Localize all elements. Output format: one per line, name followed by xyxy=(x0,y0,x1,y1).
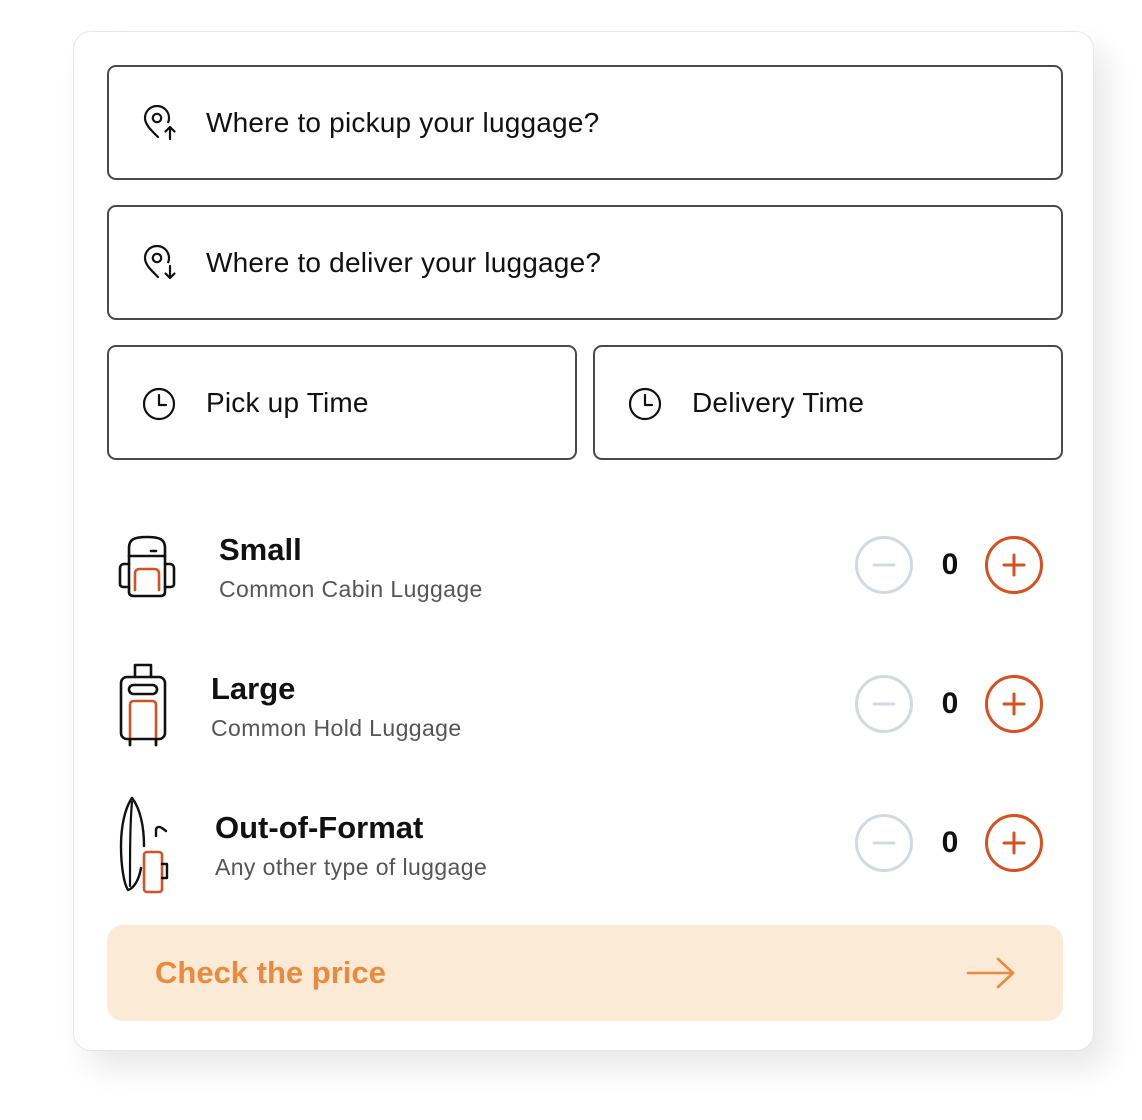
arrow-right-icon xyxy=(966,957,1015,989)
backpack-icon xyxy=(118,535,176,598)
plus-icon xyxy=(1002,831,1026,855)
location-pin-up-icon xyxy=(143,105,176,141)
luggage-row-out-of-format: Out-of-Format Any other type of luggage … xyxy=(74,784,1095,904)
check-price-label: Check the price xyxy=(155,955,386,990)
decrease-large-button[interactable] xyxy=(855,675,913,733)
luggage-title: Large xyxy=(211,671,296,706)
delivery-location-field[interactable]: Where to deliver your luggage? xyxy=(107,205,1063,320)
surfboard-icon xyxy=(119,796,169,894)
location-pin-down-icon xyxy=(143,245,176,280)
clock-icon xyxy=(142,387,176,421)
luggage-row-large: Large Common Hold Luggage 0 xyxy=(74,645,1095,765)
booking-card: Where to pickup your luggage? Where to d… xyxy=(73,31,1094,1051)
delivery-location-placeholder: Where to deliver your luggage? xyxy=(206,247,602,278)
pickup-location-placeholder: Where to pickup your luggage? xyxy=(206,107,600,138)
increase-small-button[interactable] xyxy=(985,536,1043,594)
pickup-time-field[interactable]: Pick up Time xyxy=(107,345,577,460)
luggage-subtitle: Any other type of luggage xyxy=(215,854,488,880)
out-of-format-count: 0 xyxy=(941,826,959,859)
large-count: 0 xyxy=(941,687,959,720)
pickup-time-placeholder: Pick up Time xyxy=(206,387,369,418)
suitcase-icon xyxy=(119,663,167,747)
luggage-row-small: Small Common Cabin Luggage 0 xyxy=(74,506,1095,626)
small-count: 0 xyxy=(941,548,959,581)
delivery-time-placeholder: Delivery Time xyxy=(692,387,865,418)
luggage-title: Small xyxy=(219,532,302,567)
pickup-location-field[interactable]: Where to pickup your luggage? xyxy=(107,65,1063,180)
check-price-button[interactable]: Check the price xyxy=(107,925,1063,1021)
luggage-subtitle: Common Hold Luggage xyxy=(211,715,462,741)
minus-icon xyxy=(872,841,896,845)
plus-icon xyxy=(1002,553,1026,577)
decrease-small-button[interactable] xyxy=(855,536,913,594)
luggage-title: Out-of-Format xyxy=(215,810,424,845)
decrease-out-of-format-button[interactable] xyxy=(855,814,913,872)
plus-icon xyxy=(1002,692,1026,716)
clock-icon xyxy=(628,387,662,421)
delivery-time-field[interactable]: Delivery Time xyxy=(593,345,1063,460)
luggage-subtitle: Common Cabin Luggage xyxy=(219,576,483,602)
increase-out-of-format-button[interactable] xyxy=(985,814,1043,872)
minus-icon xyxy=(872,702,896,706)
increase-large-button[interactable] xyxy=(985,675,1043,733)
minus-icon xyxy=(872,563,896,567)
